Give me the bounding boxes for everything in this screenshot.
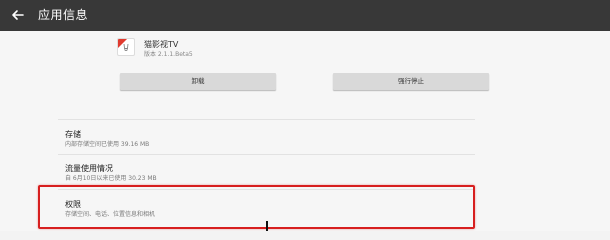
app-name: 猫影视TV <box>144 40 179 49</box>
cat-icon <box>123 43 129 52</box>
page-title: 应用信息 <box>38 8 89 22</box>
text-cursor <box>266 221 268 231</box>
storage-item[interactable]: 存储 内部存储空间已使用 39.16 MB <box>65 130 475 149</box>
content-area: 猫影视TV 版本 2.1.1.Beta5 卸载 强行停止 存储 内部存储空间已使… <box>0 31 610 231</box>
divider <box>58 154 475 155</box>
app-bar: 应用信息 <box>0 0 610 31</box>
divider <box>58 119 475 120</box>
app-version: 版本 2.1.1.Beta5 <box>144 51 193 58</box>
storage-subtitle: 内部存储空间已使用 39.16 MB <box>65 141 150 148</box>
app-info-screen: 应用信息 猫影视TV 版本 2.1.1.Beta5 卸载 强行停止 存储 内部存… <box>0 0 610 231</box>
data-usage-subtitle: 自 6月10日以来已使用 30.23 MB <box>65 175 157 182</box>
storage-title: 存储 <box>65 130 81 139</box>
uninstall-button[interactable]: 卸载 <box>120 73 276 90</box>
focus-highlight <box>38 185 475 229</box>
back-button[interactable] <box>8 4 28 26</box>
data-usage-item[interactable]: 流量使用情况 自 6月10日以来已使用 30.23 MB <box>65 164 475 183</box>
app-icon <box>117 38 135 56</box>
force-stop-button[interactable]: 强行停止 <box>333 73 489 90</box>
arrow-left-icon <box>12 10 24 20</box>
data-usage-title: 流量使用情况 <box>65 164 113 173</box>
